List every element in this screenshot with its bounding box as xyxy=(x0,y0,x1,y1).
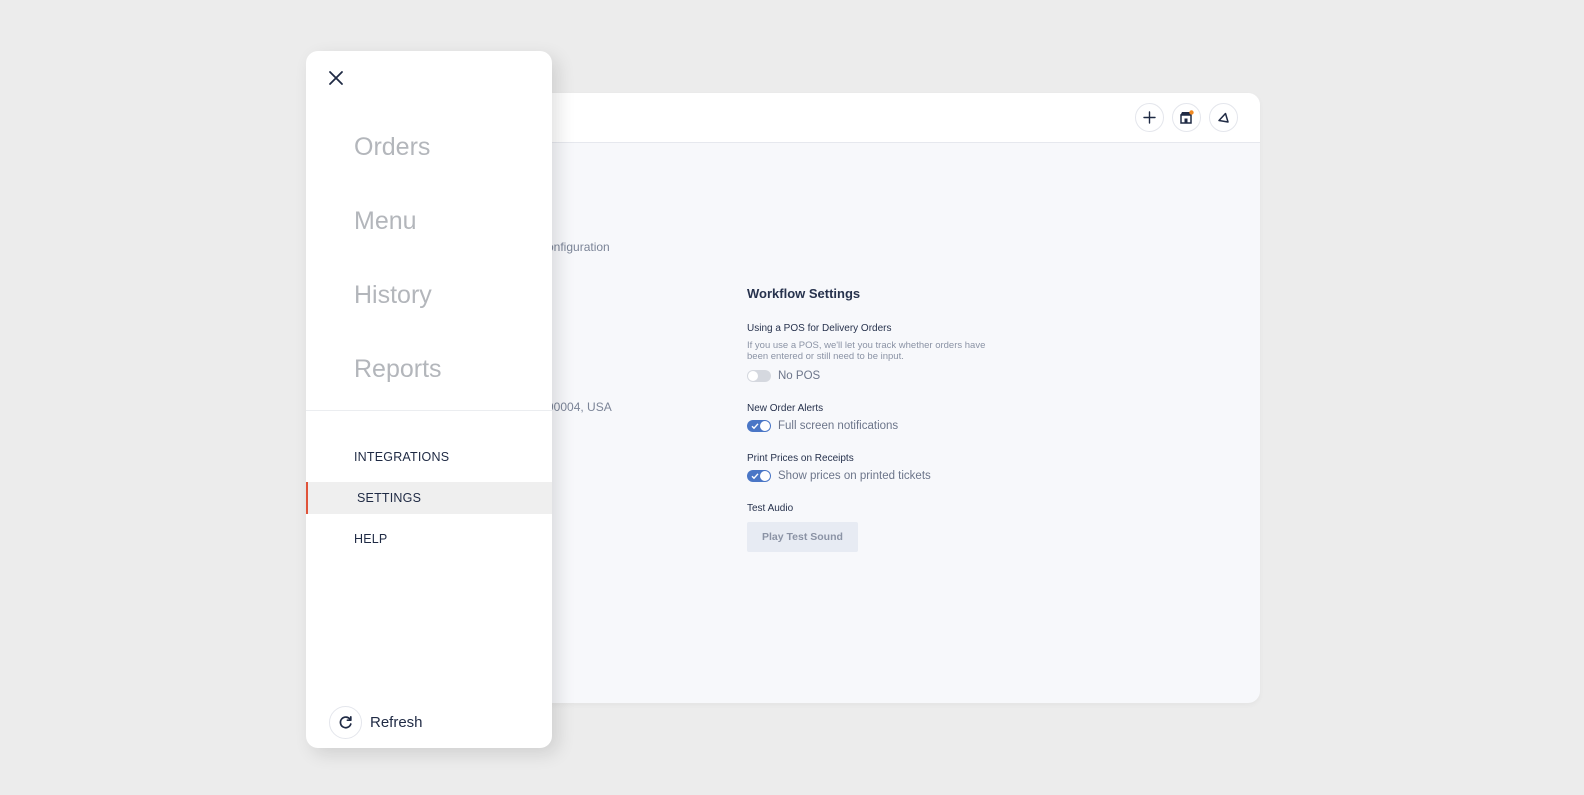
alerts-toggle-text: Full screen notifications xyxy=(778,420,899,432)
check-icon xyxy=(751,473,759,480)
pos-setting-label: Using a POS for Delivery Orders xyxy=(747,323,892,334)
nav-item-settings[interactable]: SETTINGS xyxy=(306,482,552,514)
nav-item-integrations[interactable]: INTEGRATIONS xyxy=(306,441,552,473)
plus-icon xyxy=(1143,111,1156,124)
nav-item-reports[interactable]: Reports xyxy=(354,355,442,429)
partial-address-text: 90004, USA xyxy=(547,400,612,414)
pos-toggle[interactable] xyxy=(747,370,771,382)
refresh-icon-wrap xyxy=(329,706,362,739)
store-icon xyxy=(1180,110,1194,124)
prices-setting-label: Print Prices on Receipts xyxy=(747,453,854,464)
refresh-label: Refresh xyxy=(370,714,423,731)
pos-toggle-row: No POS xyxy=(747,370,1027,382)
add-button[interactable] xyxy=(1135,103,1164,132)
app-header xyxy=(480,93,1260,143)
navigation-drawer: Orders Menu History Reports INTEGRATIONS… xyxy=(306,51,552,748)
store-button[interactable] xyxy=(1172,103,1201,132)
alerts-toggle-row: Full screen notifications xyxy=(747,420,1027,432)
refresh-button[interactable]: Refresh xyxy=(329,706,423,739)
play-test-sound-button[interactable]: Play Test Sound xyxy=(747,522,858,552)
refresh-icon xyxy=(339,715,352,729)
nav-divider xyxy=(306,410,552,411)
pos-toggle-text: No POS xyxy=(778,370,821,382)
workflow-settings-title: Workflow Settings xyxy=(747,286,861,301)
workflow-settings-section: Workflow Settings Using a POS for Delive… xyxy=(747,286,1027,552)
bell-icon xyxy=(1218,112,1229,123)
primary-nav: Orders Menu History Reports xyxy=(354,133,442,429)
secondary-nav: INTEGRATIONS SETTINGS HELP xyxy=(306,441,552,564)
prices-toggle-row: Show prices on printed tickets xyxy=(747,470,1027,482)
pos-setting-description: If you use a POS, we'll let you track wh… xyxy=(747,340,986,362)
nav-item-history[interactable]: History xyxy=(354,281,442,355)
nav-item-menu[interactable]: Menu xyxy=(354,207,442,281)
alerts-toggle[interactable] xyxy=(747,420,771,432)
notifications-button[interactable] xyxy=(1209,103,1238,132)
close-icon xyxy=(329,71,343,85)
prices-toggle[interactable] xyxy=(747,470,771,482)
check-icon xyxy=(751,423,759,430)
nav-item-orders[interactable]: Orders xyxy=(354,133,442,207)
header-actions xyxy=(1135,103,1238,132)
close-drawer-button[interactable] xyxy=(328,70,344,91)
prices-toggle-text: Show prices on printed tickets xyxy=(778,470,931,482)
partial-configuration-text: onfiguration xyxy=(547,240,610,254)
alerts-setting-label: New Order Alerts xyxy=(747,403,824,414)
app-window: onfiguration 90004, USA Workflow Setting… xyxy=(480,93,1260,703)
audio-setting-label: Test Audio xyxy=(747,503,794,514)
nav-item-help[interactable]: HELP xyxy=(306,523,552,555)
